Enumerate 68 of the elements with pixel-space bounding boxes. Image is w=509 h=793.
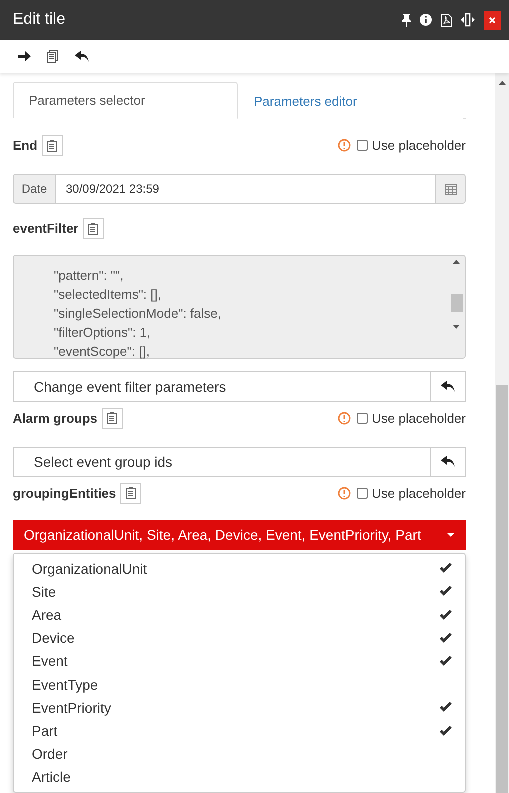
reply-arrow-icon: [441, 456, 455, 468]
json-textarea[interactable]: "pattern": "", "selectedItems": [], "singleSelectionMode": false, "filterOptions": 1, "eventScope": [],: [13, 255, 466, 360]
scroll-up-icon[interactable]: [453, 260, 460, 264]
clipboard-button[interactable]: [82, 218, 104, 240]
dropdown-option[interactable]: Site: [14, 580, 465, 604]
date-addon: Date: [13, 174, 56, 204]
checkmark-icon: [439, 726, 453, 737]
dropdown-option[interactable]: Order: [14, 742, 465, 766]
code-line: "selectedItems": [],: [54, 286, 162, 304]
placeholder-checkbox[interactable]: [357, 488, 368, 499]
parameter-label: Alarm groups: [13, 410, 98, 426]
checkmark-icon: [439, 702, 453, 714]
arrow-right-icon[interactable]: [18, 51, 31, 62]
dropdown-option[interactable]: Part: [14, 719, 465, 743]
dropdown-option[interactable]: Article: [14, 766, 465, 789]
clipboard-button[interactable]: [102, 408, 123, 429]
checkmark-icon: [439, 656, 453, 667]
clipboard-icon: [126, 487, 136, 500]
resize-horizontal-icon[interactable]: [461, 13, 475, 27]
checkbox-label: Use placeholder: [372, 410, 466, 426]
code-line: "filterOptions": 1,: [54, 324, 152, 342]
dropdown-option[interactable]: OrganizationalUnit: [14, 557, 465, 580]
info-icon[interactable]: [420, 14, 432, 26]
code-line: "singleSelectionMode": false,: [54, 305, 222, 324]
scrollbar-thumb[interactable]: [450, 294, 462, 312]
dropdown-option[interactable]: Event: [14, 650, 465, 674]
clipboard-button[interactable]: [42, 135, 63, 156]
scrollbar-thumb[interactable]: [496, 385, 508, 793]
caret-icon: [447, 533, 455, 538]
code-line: "eventScope": [],: [54, 343, 151, 362]
calendar-button[interactable]: [435, 174, 466, 204]
clipboard-icon: [107, 412, 118, 424]
window-title: Edit tile: [13, 11, 66, 29]
warning-icon: [338, 486, 352, 500]
checkmark-icon: [439, 586, 453, 598]
placeholder-checkbox[interactable]: [357, 412, 368, 424]
close-icon: [489, 16, 496, 24]
clipboard-icon: [47, 140, 58, 152]
checkmark-icon: [439, 632, 453, 644]
dropdown-option[interactable]: Area: [14, 604, 465, 627]
reply-arrow-icon: [441, 381, 455, 392]
calendar-icon: [444, 184, 456, 195]
checkbox-label: Use placeholder: [372, 138, 466, 154]
dropdown-option[interactable]: EventPriority: [14, 696, 465, 720]
warning-icon: [338, 139, 352, 152]
code-line: "pattern": "",: [54, 267, 125, 286]
parameter-label: End: [13, 138, 38, 154]
clipboard-icon: [88, 222, 98, 235]
checkmark-icon: [439, 563, 453, 574]
checkmark-icon: [439, 610, 453, 621]
pin-icon[interactable]: [402, 14, 411, 26]
documents-icon[interactable]: [47, 50, 59, 63]
scroll-up-icon[interactable]: [498, 81, 506, 85]
dropdown-option[interactable]: EventType: [14, 673, 465, 696]
dropdown-option[interactable]: Device: [14, 626, 465, 650]
checkbox-label: Use placeholder: [372, 486, 466, 501]
scroll-down-icon[interactable]: [453, 325, 460, 330]
warning-icon: [338, 412, 352, 425]
parameter-label: eventFilter: [13, 221, 79, 236]
tab[interactable]: Parameters selector: [13, 82, 238, 119]
clipboard-button[interactable]: [120, 482, 142, 504]
multiselect-dropdown[interactable]: OrganizationalUnit, Site, Area, Device, Event, EventPriority, Part: [13, 520, 466, 550]
close-button[interactable]: [484, 10, 501, 30]
date-field[interactable]: 30/09/2021 23:59: [56, 174, 435, 204]
parameter-label: groupingEntities: [13, 486, 116, 501]
reply-arrow-icon: [75, 51, 89, 62]
placeholder-checkbox[interactable]: [357, 140, 368, 152]
pdf-file-icon[interactable]: [441, 14, 452, 26]
